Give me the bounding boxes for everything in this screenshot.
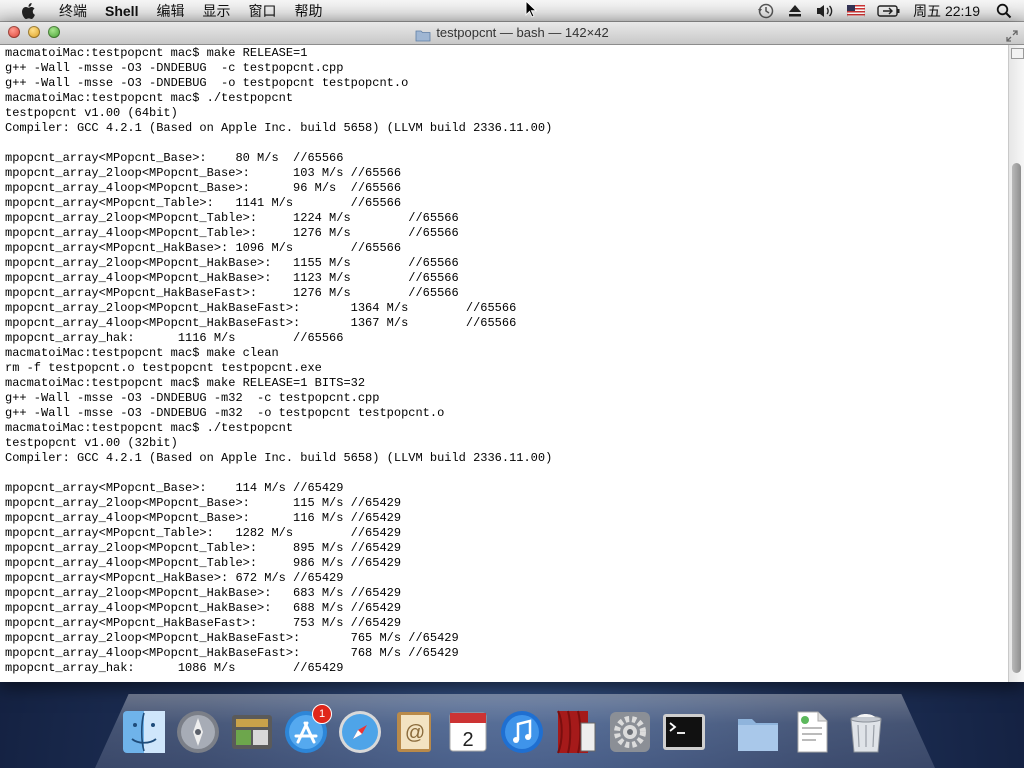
terminal-text: macmatoiMac:testpopcnt mac$ make RELEASE… — [5, 46, 553, 675]
photo-booth-icon[interactable] — [552, 708, 600, 756]
menu-extras: 周五 22:19 — [751, 0, 1024, 22]
menu-shell[interactable]: Shell — [96, 0, 147, 22]
time-machine-icon[interactable] — [751, 0, 781, 22]
svg-text:@: @ — [405, 722, 425, 744]
system-preferences-icon[interactable] — [606, 708, 654, 756]
dock: 1 @ 2 — [120, 700, 890, 756]
minimize-button[interactable] — [28, 26, 40, 38]
search-icon[interactable] — [990, 0, 1024, 22]
vertical-scrollbar[interactable] — [1008, 45, 1024, 682]
us-flag-icon[interactable] — [841, 0, 871, 22]
zoom-button[interactable] — [48, 26, 60, 38]
close-button[interactable] — [8, 26, 20, 38]
battery-icon[interactable] — [871, 0, 907, 22]
terminal-icon[interactable] — [660, 708, 708, 756]
folder-icon — [415, 27, 431, 41]
menu-bar: 终端 Shell 编辑 显示 窗口 帮助 周五 22:19 — [0, 0, 1024, 22]
terminal-output[interactable]: macmatoiMac:testpopcnt mac$ make RELEASE… — [0, 45, 1008, 682]
trash-icon[interactable] — [842, 708, 890, 756]
scroll-split-handle[interactable] — [1011, 48, 1024, 59]
apple-icon[interactable] — [18, 1, 38, 21]
finder-icon[interactable] — [120, 708, 168, 756]
window-controls — [8, 26, 60, 38]
menu-help[interactable]: 帮助 — [285, 0, 331, 22]
address-book-icon[interactable]: @ — [390, 708, 438, 756]
calendar-day: 2 — [462, 729, 473, 751]
image-capture-icon[interactable] — [228, 708, 276, 756]
volume-icon[interactable] — [809, 0, 841, 22]
applications-folder-icon[interactable] — [734, 708, 782, 756]
terminal-window: testpopcnt — bash — 142×42 macmatoiMac:t… — [0, 22, 1024, 682]
menu-terminal[interactable]: 终端 — [50, 0, 96, 22]
window-titlebar[interactable]: testpopcnt — bash — 142×42 — [0, 22, 1024, 45]
menu-edit[interactable]: 编辑 — [147, 0, 193, 22]
fullscreen-icon[interactable] — [1006, 27, 1018, 42]
menu-view[interactable]: 显示 — [193, 0, 239, 22]
app-store-icon[interactable]: 1 — [282, 704, 332, 756]
menu-clock[interactable]: 周五 22:19 — [907, 1, 990, 21]
eject-icon[interactable] — [781, 0, 809, 22]
calendar-icon[interactable]: 2 — [444, 708, 492, 756]
safari-icon[interactable] — [336, 708, 384, 756]
menu-window[interactable]: 窗口 — [239, 0, 285, 22]
document-icon[interactable] — [788, 708, 836, 756]
app-store-badge: 1 — [312, 704, 332, 724]
itunes-icon[interactable] — [498, 708, 546, 756]
launchpad-icon[interactable] — [174, 708, 222, 756]
window-title: testpopcnt — bash — 142×42 — [436, 25, 609, 40]
mouse-pointer-icon — [525, 0, 538, 23]
scroll-thumb[interactable] — [1012, 163, 1021, 673]
